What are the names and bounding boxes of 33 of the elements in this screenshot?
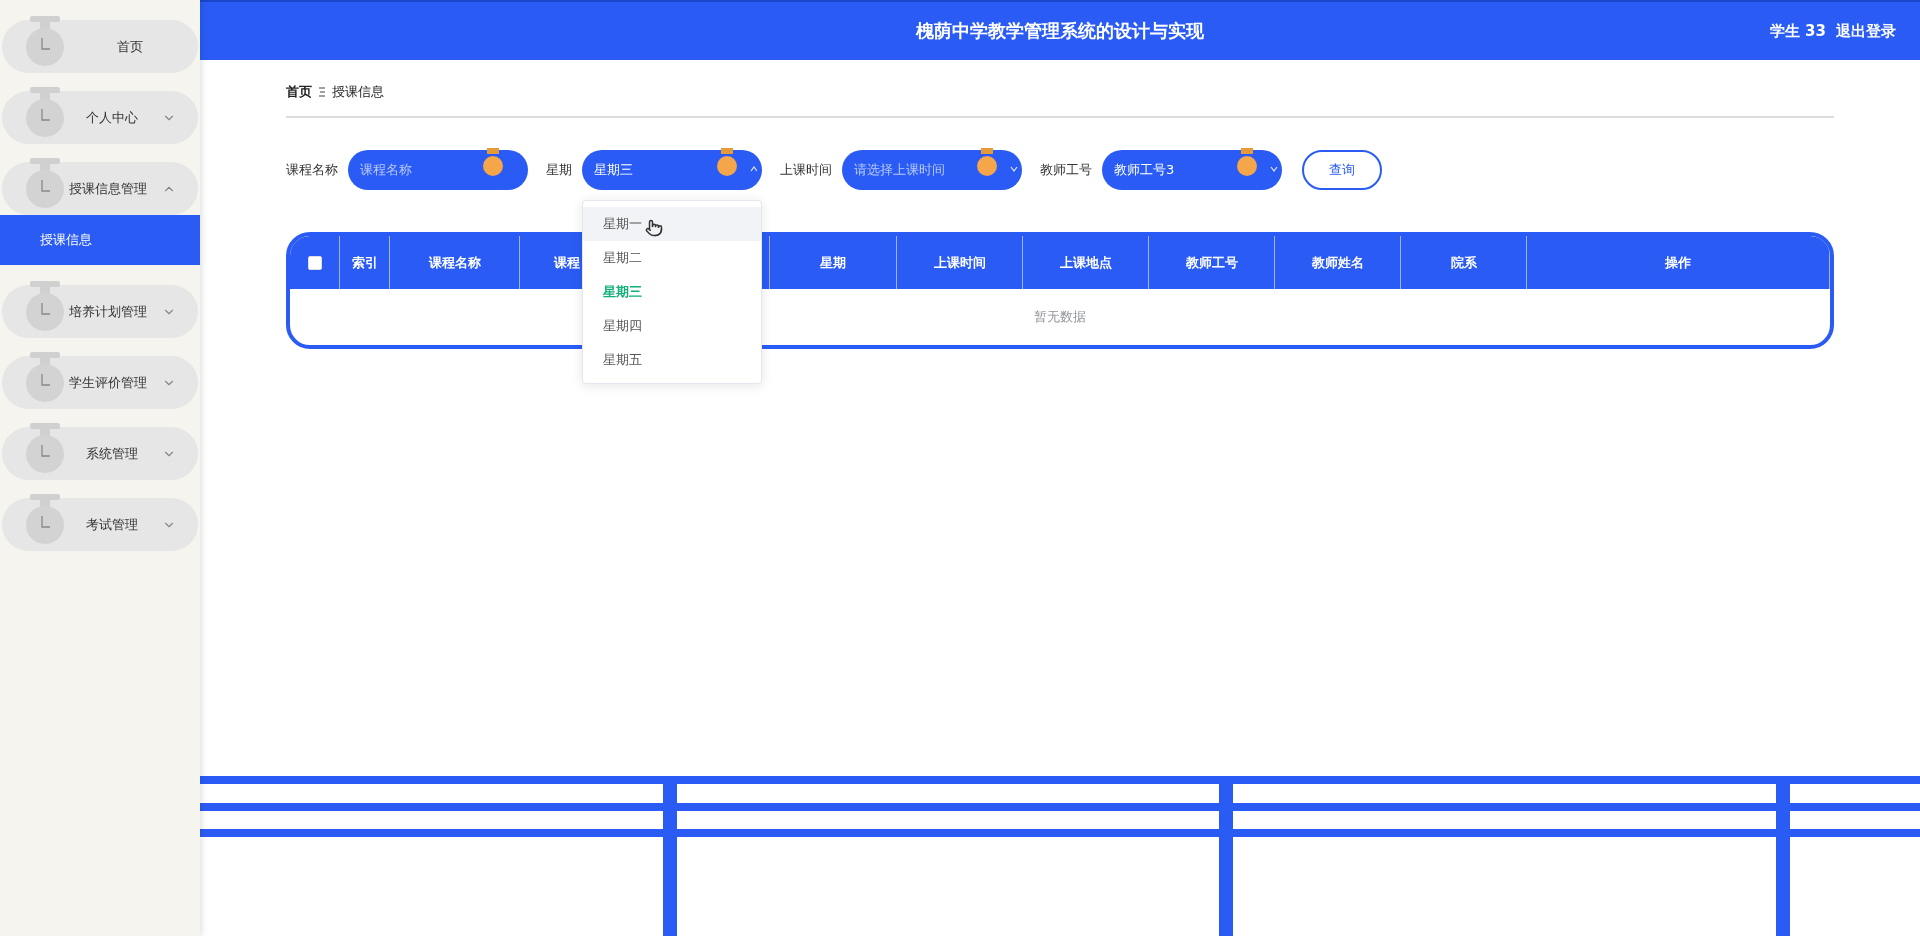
search-button[interactable]: 查询 [1302, 150, 1382, 190]
column-header: 上课时间 [897, 236, 1023, 289]
filter-label: 课程名称 [286, 161, 338, 179]
empty-message: 暂无数据 [1034, 308, 1086, 326]
column-header: 课程名称 [390, 236, 520, 289]
filter-label: 星期 [546, 161, 572, 179]
column-header: 索引 [340, 236, 390, 289]
breadcrumb-item[interactable]: 首页 [286, 83, 312, 101]
caret-icon [1010, 165, 1018, 173]
app-title: 槐荫中学教学管理系统的设计与实现 [916, 19, 1204, 43]
hand-pointer-icon [645, 219, 663, 237]
caret-icon [1270, 165, 1278, 173]
column-header: 教师工号 [1149, 236, 1275, 289]
dropdown-option[interactable]: 星期五 [583, 343, 761, 377]
column-header: 教师姓名 [1275, 236, 1401, 289]
column-header: 院系 [1401, 236, 1527, 289]
dropdown-option[interactable]: 星期一 [583, 207, 761, 241]
dropdown-option[interactable]: 星期二 [583, 241, 761, 275]
filter-label: 教师工号 [1040, 161, 1092, 179]
breadcrumb-item: 授课信息 [332, 83, 384, 101]
select-field[interactable]: 星期三 [582, 150, 762, 190]
user-name: 学生 33 [1769, 21, 1826, 41]
caret-icon [750, 165, 758, 173]
column-header: 操作 [1527, 236, 1830, 289]
dropdown-option[interactable]: 星期四 [583, 309, 761, 343]
column-header: 上课地点 [1023, 236, 1149, 289]
filter-label: 上课时间 [780, 161, 832, 179]
select-all-checkbox[interactable] [307, 255, 322, 270]
select-field[interactable]: 教师工号3 [1102, 150, 1282, 190]
logout-link[interactable]: 退出登录 [1836, 21, 1896, 41]
column-header: 星期 [770, 236, 897, 289]
separator-icon [318, 87, 326, 97]
submenu-item[interactable]: 授课信息 [0, 215, 200, 265]
